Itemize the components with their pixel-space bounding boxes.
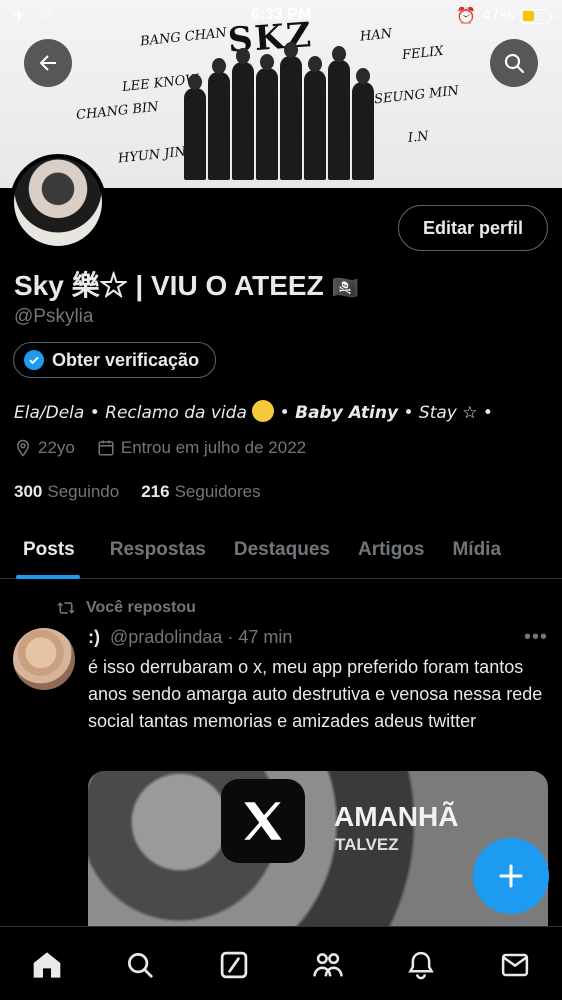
profile-avatar[interactable] [10,154,106,250]
repost-indicator: Você repostou [56,599,196,617]
follow-stats: 300 Seguindo 216 Seguidores [14,482,261,502]
melting-face-emoji-icon [252,400,275,422]
compose-post-button[interactable] [473,838,549,914]
x-logo-icon [221,779,305,863]
location-pin-icon [16,439,30,457]
battery-icon [520,8,553,24]
edit-profile-button[interactable]: Editar perfil [397,205,548,251]
post-text: é isso derrubaram o x, meu app preferido… [88,657,543,731]
battery-percent: 47% [481,7,514,24]
status-bar: ✈ ⌔ 6:33 PM ⏰ 47% [0,0,562,30]
post-author-name[interactable]: :) [88,627,100,648]
bio-text: Ela/Dela • Reclamo da vida [14,403,253,423]
post-author-handle[interactable]: @pradolindaa [110,627,222,648]
nav-communities[interactable] [308,945,348,985]
media-title: AMANHÃ [334,801,459,832]
nav-messages[interactable] [495,945,535,985]
profile-age: 22yo [38,438,75,457]
notifications-icon [408,951,435,980]
home-icon [33,952,61,978]
profile-meta: 22yo Entrou em julho de 2022 [14,438,306,458]
profile-name-text: Sky 樂☆ | VIU O ATEEZ [14,270,324,301]
profile-joined: Entrou em julho de 2022 [120,438,307,457]
profile-handle: @Pskylia [14,306,94,327]
followers-count: 216 [141,482,170,501]
tab-media[interactable]: Mídia [438,522,515,578]
plus-icon [499,864,523,888]
followers-label: Seguidores [174,482,261,501]
bio-bold-text: Baby Atiny [295,403,399,423]
pirate-flag-icon: 🏴‍☠️ [331,275,359,300]
banner-name: CHANG BIN [75,99,160,124]
following-link[interactable]: 300 Seguindo [14,482,119,502]
profile-bio: Ela/Dela • Reclamo da vida • Baby Atiny … [14,400,493,423]
tab-posts[interactable]: Posts [0,522,96,579]
nav-notifications[interactable] [401,945,441,985]
bio-text-end: • Stay ☆ • [398,403,493,423]
banner-name: FELIX [401,43,445,64]
profile-name: Sky 樂☆ | VIU O ATEEZ 🏴‍☠️ [14,264,359,304]
media-subtitle: TALVEZ [335,835,399,854]
nav-search[interactable] [120,945,160,985]
search-icon [128,953,154,978]
bottom-navigation [0,926,562,1000]
messages-icon [501,953,529,977]
banner-name: SEUNG MIN [373,83,460,108]
search-button[interactable] [490,39,538,87]
alarm-icon: ⏰ [456,8,476,25]
repost-icon [57,602,75,614]
following-count: 300 [14,482,43,501]
post-author-avatar[interactable] [13,628,75,690]
post-header: :) @pradolindaa · 47 min ••• [88,626,548,649]
communities-icon [313,953,343,977]
repost-label: Você repostou [86,599,196,616]
banner-name: I.N [407,128,430,147]
arrow-left-icon [39,55,56,71]
tab-articles[interactable]: Artigos [344,522,439,578]
nav-home[interactable] [27,945,67,985]
nav-grok[interactable] [214,945,254,985]
verified-badge-icon [24,350,44,370]
post-time: · 47 min [227,627,293,647]
get-verified-button[interactable]: Obter verificação [13,342,217,378]
more-options-icon[interactable]: ••• [524,626,548,649]
tab-replies[interactable]: Respostas [96,522,220,578]
banner-name: HYUN JIN [117,144,187,167]
bio-separator: • [274,403,296,423]
back-button[interactable] [24,39,72,87]
banner-group-photo [180,40,380,180]
tab-highlights[interactable]: Destaques [220,522,344,578]
search-icon [504,53,525,74]
grok-icon [220,951,248,979]
calendar-icon [98,440,114,456]
followers-link[interactable]: 216 Seguidores [141,482,260,502]
get-verified-label: Obter verificação [52,349,200,370]
profile-tabs: Posts Respostas Destaques Artigos Mídia [0,522,562,579]
following-label: Seguindo [47,482,120,501]
